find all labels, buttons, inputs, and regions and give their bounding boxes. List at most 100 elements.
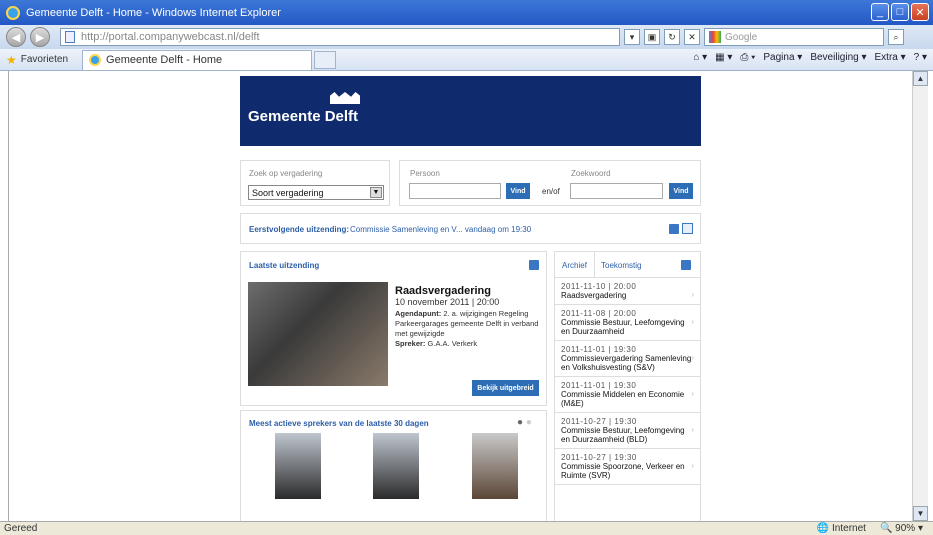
speaker-name: G.A.A. Verkerk	[427, 339, 478, 348]
latest-datetime: 10 november 2011 | 20:00	[395, 297, 500, 307]
url-field[interactable]: http://portal.companywebcast.nl/delft	[60, 28, 620, 46]
maximize-button[interactable]: □	[891, 3, 909, 21]
archive-date: 2011-11-01 | 19:30	[561, 381, 637, 390]
meeting-select-value: Soort vergadering	[252, 187, 324, 198]
vind-person-button[interactable]: Vind	[506, 183, 530, 199]
speaker-photo[interactable]	[275, 433, 321, 499]
meeting-label: Zoek op vergadering	[249, 169, 323, 178]
zoom-control[interactable]: 🔍 90% ▾	[880, 523, 923, 534]
window-titlebar: Gemeente Delft - Home - Windows Internet…	[0, 0, 933, 25]
archive-date: 2011-10-27 | 19:30	[561, 453, 637, 462]
speakers-panel: Meest actieve sprekers van de laatste 30…	[240, 410, 547, 521]
latest-broadcast-panel: Laatste uitzending Raadsvergadering 10 n…	[240, 251, 547, 406]
crown-logo-icon	[330, 92, 360, 104]
next-link[interactable]: Commissie Samenleving en V... vandaag om…	[350, 225, 531, 234]
search-input[interactable]: Google	[704, 28, 884, 46]
google-icon	[709, 31, 721, 43]
ie-logo-icon	[6, 5, 20, 20]
chevron-right-icon: ›	[691, 317, 694, 326]
home-icon[interactable]: ⌂ ▾	[693, 52, 707, 63]
meeting-search: Zoek op vergadering Soort vergadering ▼	[240, 160, 390, 206]
back-button[interactable]: ◀	[6, 27, 26, 47]
favorites-bar: ★ Favorieten Gemeente Delft - Home ⌂ ▾ ▦…	[0, 49, 933, 71]
scroll-up-icon[interactable]: ▲	[913, 71, 928, 86]
site-logo[interactable]: Gemeente Delft	[248, 108, 358, 125]
broadcast-thumbnail[interactable]	[248, 282, 388, 386]
browser-tab[interactable]: Gemeente Delft - Home	[82, 49, 313, 70]
archive-tabs: Archief Toekomstig	[555, 252, 700, 278]
zone-label: 🌐 Internet	[816, 523, 866, 534]
minimize-button[interactable]: _	[871, 3, 889, 21]
dropdown-icon[interactable]: ▾	[624, 29, 640, 45]
rss-icon[interactable]	[529, 260, 539, 270]
chevron-right-icon: ›	[691, 461, 694, 470]
archive-panel: Archief Toekomstig 2011-11-10 | 20:00 Raa…	[554, 251, 701, 521]
keyword-input[interactable]	[570, 183, 663, 199]
rss-icon[interactable]	[669, 224, 679, 234]
latest-title[interactable]: Raadsvergadering	[395, 285, 491, 297]
latest-details: Agendapunt: 2. a. wijzigingen Regeling P…	[395, 309, 543, 349]
compat-icon[interactable]: ▣	[644, 29, 660, 45]
search-placeholder: Google	[725, 31, 758, 43]
speaker-photo[interactable]	[472, 433, 518, 499]
carousel-dots[interactable]: ● ●	[517, 417, 532, 428]
search-icon[interactable]: ⌕	[888, 29, 904, 45]
favorites-button[interactable]: Favorieten	[21, 54, 68, 65]
tab-archief[interactable]: Archief	[555, 252, 595, 278]
ie-tab-icon	[89, 54, 102, 66]
refresh-icon[interactable]: ↻	[664, 29, 680, 45]
archive-date: 2011-11-10 | 20:00	[561, 282, 637, 291]
tools-menu[interactable]: Extra ▾	[875, 52, 906, 63]
stop-icon[interactable]: ✕	[684, 29, 700, 45]
person-search: Persoon Zoekwoord Vind en/of Vind	[399, 160, 701, 206]
vertical-scrollbar[interactable]: ▲ ▼	[912, 71, 928, 521]
archive-item[interactable]: 2011-10-27 | 19:30 Commissie Spoorzone, V…	[555, 449, 700, 485]
meeting-type-select[interactable]: Soort vergadering ▼	[248, 185, 384, 200]
archive-date: 2011-11-08 | 20:00	[561, 309, 637, 318]
rss-icon[interactable]	[681, 260, 691, 270]
vind-keyword-button[interactable]: Vind	[669, 183, 693, 199]
security-menu[interactable]: Beveiliging ▾	[810, 52, 866, 63]
next-label: Eerstvolgende uitzending:	[249, 225, 350, 234]
feeds-icon[interactable]: ▦ ▾	[715, 52, 732, 63]
archive-title: Commissie Bestuur, Leefomgeving en Duurz…	[561, 318, 685, 336]
chevron-down-icon: ▼	[370, 187, 382, 198]
status-bar: Gereed 🌐 Internet 🔍 90% ▾	[0, 521, 933, 535]
status-text: Gereed	[4, 523, 38, 534]
latest-heading: Laatste uitzending	[249, 261, 320, 270]
archive-item[interactable]: 2011-11-10 | 20:00 Raadsvergadering ›	[555, 278, 700, 305]
next-broadcast: Eerstvolgende uitzending: Commissie Same…	[240, 213, 701, 244]
forward-button[interactable]: ▶	[30, 27, 50, 47]
archive-item[interactable]: 2011-11-01 | 19:30 Commissie Middelen en …	[555, 377, 700, 413]
tab-toekomstig[interactable]: Toekomstig	[601, 261, 641, 270]
zone-text: Internet	[832, 523, 866, 534]
speakers-heading: Meest actieve sprekers van de laatste 30…	[249, 419, 429, 428]
print-icon[interactable]: ⎙ ▾	[740, 52, 755, 63]
star-icon: ★	[6, 52, 17, 67]
chevron-right-icon: ›	[691, 389, 694, 398]
archive-item[interactable]: 2011-11-08 | 20:00 Commissie Bestuur, Lee…	[555, 305, 700, 341]
help-icon[interactable]: ? ▾	[914, 52, 927, 63]
archive-date: 2011-11-01 | 19:30	[561, 345, 637, 354]
page-menu[interactable]: Pagina ▾	[763, 52, 802, 63]
calendar-icon[interactable]	[682, 223, 693, 234]
keyword-label: Zoekwoord	[571, 169, 611, 178]
speaker-photo[interactable]	[373, 433, 419, 499]
close-button[interactable]: ✕	[911, 3, 929, 21]
zoom-text: 90%	[895, 523, 916, 534]
archive-title: Commissie Bestuur, Leefomgeving en Duurz…	[561, 426, 685, 444]
scroll-down-icon[interactable]: ▼	[913, 506, 928, 521]
person-input[interactable]	[409, 183, 501, 199]
view-details-button[interactable]: Bekijk uitgebreid	[472, 380, 539, 396]
archive-item[interactable]: 2011-11-01 | 19:30 Commissievergadering S…	[555, 341, 700, 377]
archive-title: Commissie Middelen en Economie (M&E)	[561, 390, 685, 408]
page-viewport: Gemeente Delft Zoek op vergadering Soort…	[8, 71, 921, 521]
chevron-right-icon: ›	[691, 353, 694, 362]
archive-item[interactable]: 2011-10-27 | 19:30 Commissie Bestuur, Lee…	[555, 413, 700, 449]
or-label: en/of	[542, 187, 560, 196]
archive-title: Commissievergadering Samenleving en Volk…	[561, 354, 692, 372]
new-tab-button[interactable]	[314, 50, 337, 69]
address-bar: ◀ ▶ http://portal.companywebcast.nl/delf…	[0, 25, 933, 49]
tab-label: Gemeente Delft - Home	[106, 54, 223, 66]
window-title: Gemeente Delft - Home - Windows Internet…	[26, 6, 281, 19]
